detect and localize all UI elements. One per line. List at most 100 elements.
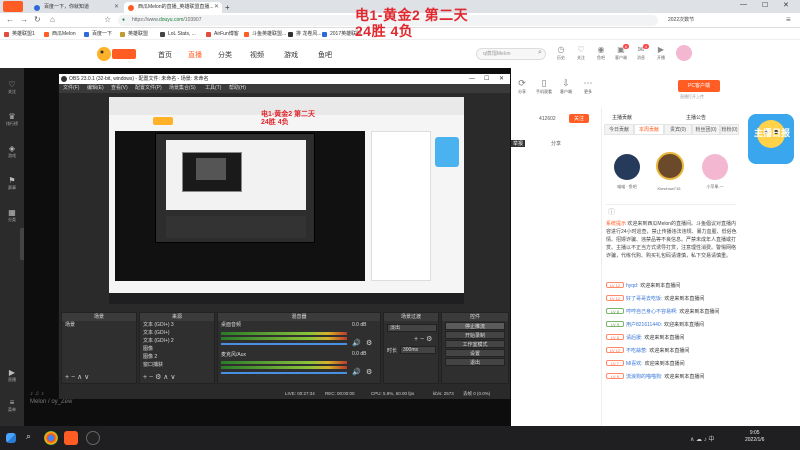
obs-titlebar[interactable]: OBS 23.0.1 (32-bit, windows) - 配置文件: 未命名… bbox=[59, 74, 510, 84]
scene-item[interactable]: 场景 bbox=[62, 321, 136, 329]
volume-slider[interactable] bbox=[221, 343, 347, 345]
top-user-avatar[interactable] bbox=[614, 154, 640, 180]
bookmark-item[interactable]: 斗鱼英雄联盟... bbox=[244, 29, 286, 39]
bookmark-item[interactable]: 排 龙卷风... bbox=[288, 29, 322, 39]
source-item[interactable]: 文本 (GDI+) bbox=[140, 329, 214, 337]
close-icon[interactable]: ✕ bbox=[214, 2, 219, 13]
fishbar-button[interactable]: ◉ 鱼吧 bbox=[592, 45, 610, 61]
bookmark-item[interactable]: 英雄联盟1 bbox=[4, 29, 35, 39]
search-icon[interactable]: ⌕ bbox=[538, 49, 542, 57]
announce-header[interactable]: 主播公告 bbox=[686, 114, 706, 121]
browser-logo[interactable] bbox=[3, 1, 23, 12]
more-button[interactable]: ⋯ 更多 bbox=[577, 78, 599, 95]
menu-help[interactable]: 帮助(H) bbox=[229, 84, 246, 93]
obs-preview[interactable]: 电1-黄金2 第二天 24胜 4负 bbox=[109, 97, 464, 304]
settings-button[interactable]: 设置 bbox=[445, 349, 505, 357]
top-user-avatar[interactable] bbox=[656, 152, 684, 180]
bookmark-item[interactable]: 百度一下 bbox=[84, 29, 112, 39]
client-button[interactable]: ▣ 客户端 6 bbox=[612, 44, 630, 61]
taskbar-clock[interactable]: 9:05 2022/1/6 bbox=[745, 430, 764, 444]
rail-item-follow[interactable]: ♡ 关注 bbox=[0, 80, 24, 95]
rail-item-menu[interactable]: ≡ 菜单 bbox=[0, 398, 24, 413]
source-item[interactable]: 文本 (GDI+) 3 bbox=[140, 321, 214, 329]
forward-icon[interactable]: → bbox=[20, 15, 28, 24]
source-item[interactable]: 图像 bbox=[140, 345, 214, 353]
menu-tools[interactable]: 工具(T) bbox=[205, 84, 221, 93]
bookmark-item[interactable]: 英雄联盟 bbox=[120, 29, 148, 39]
back-icon[interactable]: ← bbox=[6, 15, 14, 24]
go-live-button[interactable]: ▶ 开播 bbox=[652, 45, 670, 61]
user-avatar[interactable] bbox=[676, 45, 692, 61]
bookmark-item[interactable]: LoL Stats, ... bbox=[160, 29, 196, 39]
right-ad-banner[interactable]: 主播日报 bbox=[742, 108, 800, 426]
source-item[interactable]: 图像 2 bbox=[140, 353, 214, 361]
tab-today[interactable]: 今日贡献 bbox=[604, 124, 634, 135]
search-input[interactable]: ql蒸馏Melon bbox=[476, 48, 546, 60]
duration-input[interactable]: 300ms bbox=[400, 346, 436, 354]
close-window-icon[interactable]: ✕ bbox=[499, 74, 504, 84]
rail-item-game[interactable]: ◈ 游戏 bbox=[0, 144, 24, 159]
menu-edit[interactable]: 编辑(E) bbox=[87, 84, 104, 93]
rail-item-live[interactable]: ▶ 直播 bbox=[0, 368, 24, 383]
douyu-app-icon[interactable] bbox=[64, 431, 78, 445]
menu-scene-collection[interactable]: 场景集合(S) bbox=[169, 84, 196, 93]
tab-douyu[interactable]: 西瓜Melon的直播_英雄联盟直播... ✕ bbox=[124, 2, 222, 13]
menu-icon[interactable]: ≡ bbox=[786, 15, 791, 24]
client-download-button[interactable]: ⇩ 客户端 bbox=[555, 78, 577, 95]
tab-fans-2[interactable]: 粉粉(0) bbox=[720, 124, 739, 135]
follow-button[interactable]: ♡ 关注 bbox=[572, 45, 590, 61]
extension-area[interactable]: 2022次数节 bbox=[668, 15, 694, 26]
tray-icons[interactable]: ∧ ☁ ♪ 中 bbox=[690, 434, 714, 443]
search-icon[interactable]: ⌕ bbox=[26, 431, 40, 445]
refresh-icon[interactable]: ↻ bbox=[34, 15, 41, 24]
rail-item-rank[interactable]: ♛ 排行榜 bbox=[0, 112, 24, 127]
speaker-icon[interactable]: 🔊 bbox=[352, 368, 361, 376]
phone-watch-button[interactable]: ▯ 手机观看 bbox=[533, 78, 555, 95]
speaker-icon[interactable]: 🔊 bbox=[352, 339, 361, 347]
menu-profile[interactable]: 配置文件(P) bbox=[135, 84, 162, 93]
message-button[interactable]: ✉ 消息 4 bbox=[632, 44, 650, 61]
tab-vip[interactable]: 贵宾(0) bbox=[664, 124, 692, 135]
obs-icon[interactable] bbox=[86, 431, 100, 445]
nav-category[interactable]: 分类 bbox=[218, 50, 232, 60]
close-icon[interactable]: ✕ bbox=[114, 2, 119, 13]
share-link[interactable]: 分享 bbox=[551, 140, 561, 147]
close-window-icon[interactable]: ✕ bbox=[783, 1, 789, 9]
gear-icon[interactable]: ⚙ bbox=[366, 339, 372, 347]
source-item[interactable]: 文本 (GDI+) 2 bbox=[140, 337, 214, 345]
maximize-icon[interactable]: ☐ bbox=[762, 1, 768, 9]
start-recording-button[interactable]: 开始录制 bbox=[445, 331, 505, 339]
tab-week[interactable]: 本周贡献 bbox=[634, 124, 664, 135]
menu-file[interactable]: 文件(F) bbox=[63, 84, 79, 93]
source-item[interactable]: 窗口捕获 bbox=[140, 361, 214, 369]
stop-streaming-button[interactable]: 停止推流 bbox=[445, 322, 505, 330]
exit-button[interactable]: 退出 bbox=[445, 358, 505, 366]
menu-view[interactable]: 查看(V) bbox=[111, 84, 128, 93]
studio-mode-button[interactable]: 工作室模式 bbox=[445, 340, 505, 348]
top-user-avatar[interactable] bbox=[702, 154, 728, 180]
maximize-icon[interactable]: ☐ bbox=[484, 74, 489, 84]
history-button[interactable]: ◷ 历史 bbox=[552, 45, 570, 61]
star-icon[interactable]: ☆ bbox=[104, 15, 111, 24]
obs-window[interactable]: OBS 23.0.1 (32-bit, windows) - 配置文件: 未命名… bbox=[58, 73, 511, 399]
nav-fishbar[interactable]: 鱼吧 bbox=[318, 50, 332, 60]
bookmark-item[interactable]: AirFun博客 bbox=[206, 29, 239, 39]
douyu-logo[interactable] bbox=[96, 46, 138, 62]
tab-fans[interactable]: 粉丝团(0) bbox=[692, 124, 720, 135]
chrome-icon[interactable] bbox=[44, 431, 58, 445]
gear-icon[interactable]: ⚙ bbox=[366, 368, 372, 376]
windows-start-icon[interactable] bbox=[6, 433, 16, 443]
report-button[interactable]: 举报 bbox=[511, 140, 526, 147]
nav-video[interactable]: 视频 bbox=[250, 50, 264, 60]
rail-item-category[interactable]: ▦ 分类 bbox=[0, 208, 24, 223]
nav-live[interactable]: 直播 bbox=[188, 50, 202, 60]
transition-select[interactable]: 淡出 bbox=[387, 324, 437, 332]
volume-slider[interactable] bbox=[221, 372, 347, 374]
home-icon[interactable]: ⌂ bbox=[50, 15, 55, 24]
share-button[interactable]: ⟳ 分享 bbox=[511, 78, 533, 95]
pc-client-button[interactable]: PC客户端 bbox=[678, 80, 720, 92]
new-tab-button[interactable]: + bbox=[222, 2, 236, 13]
nav-game[interactable]: 游戏 bbox=[284, 50, 298, 60]
minimize-icon[interactable]: — bbox=[740, 1, 747, 8]
rail-item-match[interactable]: ⚑ 赛事 bbox=[0, 176, 24, 191]
